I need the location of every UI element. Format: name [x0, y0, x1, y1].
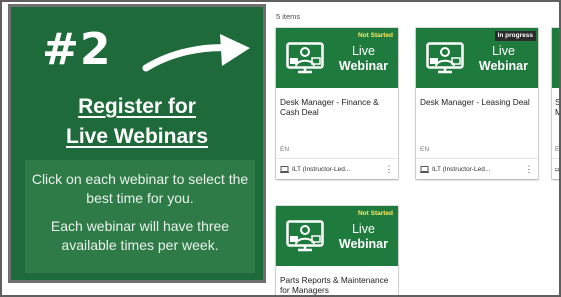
course-title[interactable]: Parts Reports & Maintenance for Managers [276, 266, 398, 295]
course-thumbnail [552, 28, 559, 88]
course-card[interactable]: Not Started Live Webinar Parts Reports &… [276, 206, 398, 295]
right-arrow-icon [142, 34, 250, 72]
course-card[interactable]: In progress Live Webinar Desk Manager - … [416, 28, 538, 179]
promo-heading-line2: Live Webinars [66, 125, 208, 148]
webinar-presenter-icon [286, 42, 324, 74]
thumbnail-label: Live Webinar [479, 44, 528, 74]
course-title[interactable]: Desk Manager - Finance & Cash Deal [276, 88, 398, 146]
thumbnail-label-line2: Webinar [338, 59, 388, 73]
page-root: #2 Register for Live Webinars Click on e… [0, 0, 561, 297]
promo-instruction-2: Each webinar will have three available t… [50, 218, 230, 253]
thumbnail-label-line1: Live [351, 222, 375, 236]
course-language: EN [420, 146, 430, 153]
course-title[interactable]: Desk Manager - Leasing Deal [416, 88, 538, 146]
thumbnail-label-line2: Webinar [338, 237, 388, 251]
laptop-icon [555, 167, 559, 171]
course-card[interactable]: Not Started Live Webinar Desk Manager - … [276, 28, 398, 179]
promo-panel: #2 Register for Live Webinars Click on e… [8, 4, 266, 283]
thumbnail-label: Live Webinar [339, 44, 388, 74]
items-count: 5 items [276, 12, 301, 21]
status-badge: Not Started [354, 209, 396, 219]
course-language: EN [280, 146, 290, 153]
thumbnail-label-line1: Live [351, 44, 375, 58]
webinar-presenter-icon [286, 220, 324, 252]
thumbnail-label: Live Webinar [339, 222, 388, 252]
card-footer: ILT (Instructor-Led... ⋮ [416, 158, 538, 179]
course-card[interactable]: Sa M EN [552, 28, 560, 179]
card-footer [552, 158, 559, 179]
thumbnail-label-line1: Live [491, 44, 515, 58]
course-type: ILT (Instructor-Led... [432, 165, 491, 173]
course-type: ILT (Instructor-Led... [292, 165, 351, 173]
laptop-icon [420, 165, 429, 173]
more-vertical-icon[interactable]: ⋮ [524, 164, 534, 174]
course-thumbnail: Not Started Live Webinar [276, 206, 398, 266]
promo-panel-inner: #2 Register for Live Webinars Click on e… [14, 10, 260, 277]
course-thumbnail: In progress Live Webinar [416, 28, 538, 88]
status-badge: In progress [494, 31, 536, 41]
promo-heading: Register for Live Webinars [14, 92, 260, 152]
more-vertical-icon[interactable]: ⋮ [384, 164, 394, 174]
card-footer: ILT (Instructor-Led... ⋮ [276, 158, 398, 179]
step-number: #2 [42, 24, 112, 75]
laptop-icon [280, 165, 289, 173]
promo-heading-line1: Register for [78, 95, 196, 118]
promo-instruction-1: Click on each webinar to select the best… [31, 171, 249, 206]
promo-instructions: Click on each webinar to select the best… [25, 160, 255, 273]
thumbnail-label-line2: Webinar [478, 59, 528, 73]
course-title[interactable]: Sa M [552, 88, 559, 146]
webinar-presenter-icon [426, 42, 464, 74]
course-thumbnail: Not Started Live Webinar [276, 28, 398, 88]
course-language: EN [555, 146, 560, 153]
status-badge: Not Started [354, 31, 396, 41]
